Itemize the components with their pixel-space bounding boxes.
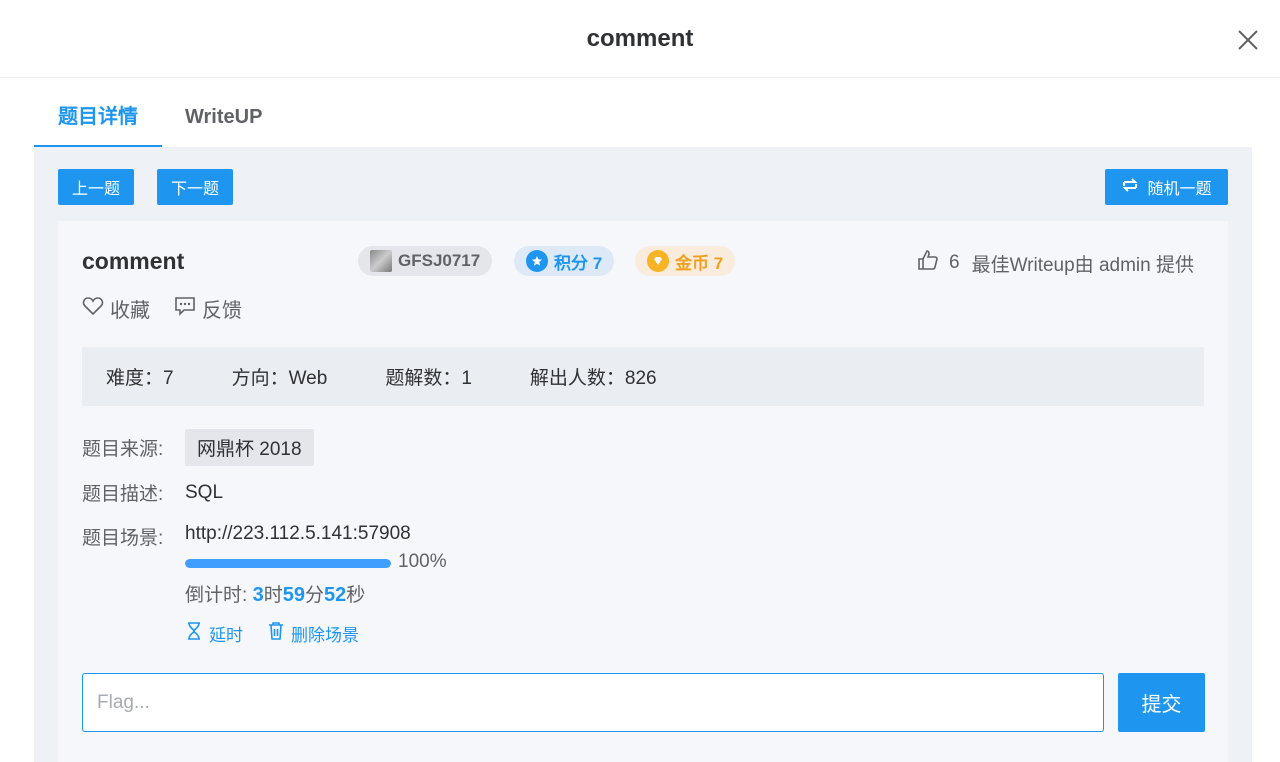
random-challenge-label: 随机一题 — [1147, 181, 1212, 198]
scene-label: 题目场景: — [82, 528, 164, 549]
thumbs-up-icon[interactable] — [917, 249, 939, 277]
coin-badge: 金币 7 — [635, 246, 736, 276]
description-row: 题目描述: SQL — [82, 479, 223, 506]
likes-area: 6 最佳Writeup由 admin 提供 — [917, 249, 1194, 277]
description-value: SQL — [185, 481, 224, 503]
tab-writeup[interactable]: WriteUP — [162, 88, 286, 148]
countdown-minutes-unit: 分 — [304, 585, 324, 606]
heart-icon — [82, 296, 104, 322]
flag-input[interactable] — [82, 673, 1104, 732]
star-icon — [526, 250, 548, 272]
random-challenge-button[interactable]: 随机一题 — [1105, 169, 1228, 205]
feedback-button[interactable]: 反馈 — [174, 294, 242, 323]
dialog-header: comment — [0, 0, 1280, 78]
countdown-prefix: 倒计时: — [185, 585, 253, 606]
challenge-code-badge: GFSJ0717 — [358, 246, 493, 276]
challenge-thumbnail — [370, 250, 392, 272]
solvers-stat: 解出人数：826 — [529, 368, 657, 389]
direction-stat: 方向：Web — [231, 368, 328, 389]
score-badge: 积分 7 — [514, 246, 615, 276]
close-icon[interactable] — [1236, 28, 1260, 52]
countdown-hours-unit: 时 — [263, 585, 283, 606]
challenge-panel: 上一题 下一题 随机一题 comment GFSJ0717 积分 7 金币 7 — [34, 147, 1252, 762]
source-row: 题目来源: 网鼎杯 2018 — [82, 429, 314, 466]
tab-challenge-details[interactable]: 题目详情 — [34, 88, 162, 148]
scene-url[interactable]: http://223.112.5.141:57908 — [185, 523, 411, 545]
countdown-hours: 3 — [252, 584, 264, 606]
delete-scene-label: 删除场景 — [291, 626, 359, 645]
countdown-seconds: 52 — [323, 584, 347, 606]
writeups-stat: 题解数：1 — [385, 368, 472, 389]
hourglass-icon — [185, 621, 203, 646]
scene-progress-text: 100% — [398, 551, 447, 572]
coin-label: 金币 7 — [675, 253, 724, 273]
coin-icon — [647, 250, 669, 272]
countdown: 倒计时: 3时59分52秒 — [185, 580, 365, 607]
challenge-card: comment GFSJ0717 积分 7 金币 7 6 最佳Writeup由 … — [58, 221, 1228, 762]
source-tag: 网鼎杯 2018 — [185, 429, 314, 466]
favorite-button[interactable]: 收藏 — [82, 294, 150, 323]
challenge-stats: 难度：7 方向：Web 题解数：1 解出人数：826 — [82, 347, 1204, 406]
extend-time-button[interactable]: 延时 — [185, 621, 243, 646]
feedback-label: 反馈 — [202, 300, 242, 322]
likes-count: 6 — [948, 252, 960, 273]
scene-progress-bar — [185, 559, 391, 568]
extend-time-label: 延时 — [209, 626, 243, 645]
countdown-minutes: 59 — [282, 584, 305, 606]
countdown-seconds-unit: 秒 — [346, 585, 366, 606]
challenge-code: GFSJ0717 — [398, 251, 481, 270]
message-icon — [174, 296, 196, 322]
submit-flag-button[interactable]: 提交 — [1118, 673, 1205, 732]
challenge-title: comment — [82, 248, 185, 274]
dialog-title: comment — [586, 24, 694, 52]
scene-progress-fill — [185, 559, 391, 568]
writeup-credit: 最佳Writeup由 admin 提供 — [971, 254, 1194, 276]
tab-bar: 题目详情 WriteUP — [34, 88, 286, 148]
challenge-actions: 收藏 反馈 — [82, 294, 242, 323]
difficulty-stat: 难度：7 — [106, 368, 174, 389]
trash-icon — [267, 621, 285, 646]
next-challenge-button[interactable]: 下一题 — [157, 169, 233, 205]
delete-scene-button[interactable]: 删除场景 — [267, 621, 359, 646]
score-label: 积分 7 — [554, 253, 603, 273]
scene-row: 题目场景: — [82, 523, 185, 550]
prev-challenge-button[interactable]: 上一题 — [58, 169, 134, 205]
scene-actions: 延时 删除场景 — [185, 621, 359, 646]
description-label: 题目描述: — [82, 484, 164, 505]
source-label: 题目来源: — [82, 439, 164, 460]
favorite-label: 收藏 — [110, 300, 150, 322]
shuffle-icon — [1121, 176, 1139, 199]
